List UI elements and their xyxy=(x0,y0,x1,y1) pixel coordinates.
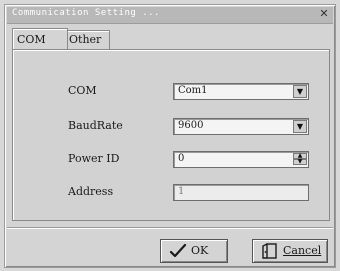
baudrate-value: 9600 xyxy=(178,120,204,131)
tab-com[interactable]: COM xyxy=(12,28,68,49)
chevron-down-icon[interactable]: ▼ xyxy=(293,85,307,98)
address-value: 1 xyxy=(178,186,185,197)
com-value: Com1 xyxy=(178,85,208,96)
ok-label: OK xyxy=(191,244,209,257)
baudrate-label: BaudRate xyxy=(68,119,123,132)
title-bar[interactable]: Communication Setting ... ✕ xyxy=(7,7,333,24)
door-exit-icon xyxy=(262,243,277,259)
window-title: Communication Setting ... xyxy=(12,8,160,18)
tab-other[interactable]: Other xyxy=(64,30,110,49)
spinner-buttons: ▲ ▼ xyxy=(293,153,307,166)
spin-down-icon[interactable]: ▼ xyxy=(293,159,307,165)
divider xyxy=(7,227,333,229)
power-id-spinner[interactable]: 0 ▲ ▼ xyxy=(173,151,309,168)
communication-setting-dialog: Communication Setting ... ✕ COM Other CO… xyxy=(4,4,336,268)
com-label: COM xyxy=(68,84,97,97)
power-id-value: 0 xyxy=(178,153,185,164)
baudrate-select[interactable]: 9600 ▼ xyxy=(173,118,309,135)
cancel-label: Cancel xyxy=(283,244,322,257)
close-icon[interactable]: ✕ xyxy=(318,8,330,20)
ok-button[interactable]: OK xyxy=(160,239,228,263)
address-label: Address xyxy=(68,185,114,198)
com-select[interactable]: Com1 ▼ xyxy=(173,83,309,100)
chevron-down-icon[interactable]: ▼ xyxy=(293,120,307,133)
checkmark-icon xyxy=(169,243,187,258)
address-field[interactable]: 1 xyxy=(173,184,309,201)
com-settings-panel: COM Com1 ▼ BaudRate 9600 ▼ Power ID 0 ▲ … xyxy=(12,49,330,221)
power-id-label: Power ID xyxy=(68,152,120,165)
cancel-button[interactable]: Cancel xyxy=(252,239,328,263)
